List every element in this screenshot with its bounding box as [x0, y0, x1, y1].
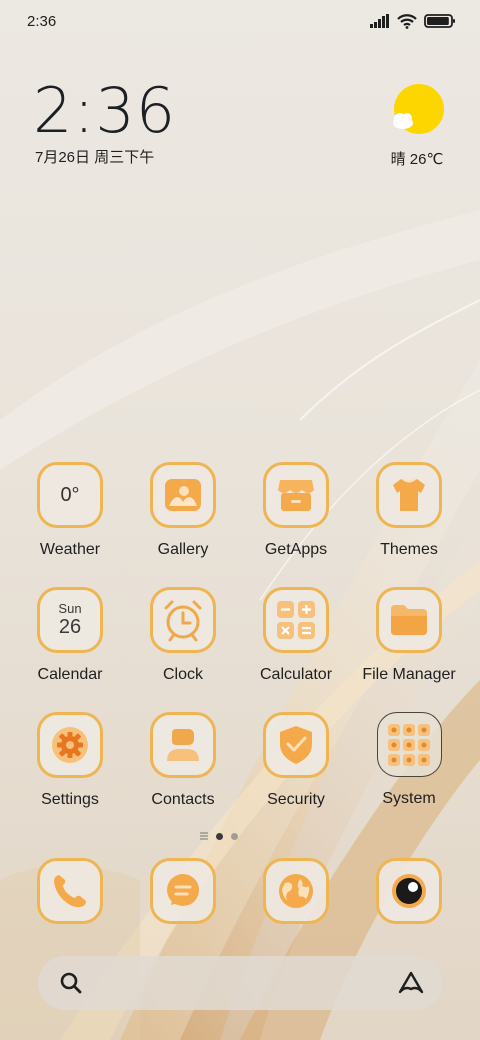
gear-icon — [37, 712, 103, 778]
phone-icon — [37, 858, 103, 924]
app-label: Gallery — [157, 541, 209, 558]
clock-widget[interactable]: 2:36 7月26日 周三下午 — [33, 78, 176, 167]
app-label: File Manager — [362, 666, 456, 683]
calendar-icon: Sun 26 — [37, 587, 103, 653]
weather-widget[interactable]: 晴 26℃ — [380, 84, 454, 169]
alarm-clock-icon — [150, 587, 216, 653]
weather-text: 晴 26℃ — [390, 151, 444, 168]
signal-icon — [370, 14, 389, 28]
calendar-date: 26 — [58, 616, 82, 638]
app-themes[interactable]: Themes — [352, 462, 466, 559]
folder-icon — [376, 587, 442, 653]
assistant-icon[interactable] — [397, 970, 425, 996]
battery-icon — [424, 14, 455, 28]
app-weather[interactable]: 0° Weather — [13, 462, 127, 559]
page-dot-active[interactable] — [216, 832, 223, 840]
app-label: Clock — [162, 666, 203, 683]
app-label: Weather — [39, 541, 101, 558]
app-label: Calculator — [259, 666, 333, 683]
dock-phone[interactable] — [37, 858, 103, 924]
app-getapps[interactable]: GetApps — [239, 462, 353, 559]
wifi-icon — [397, 14, 417, 29]
status-bar: 2:36 — [0, 0, 480, 42]
person-icon — [150, 712, 216, 778]
widget-date: 7月26日 周三下午 — [35, 149, 155, 166]
dock-messages[interactable] — [150, 858, 216, 924]
weather-temp: 0° — [60, 483, 80, 506]
dock-browser[interactable] — [263, 858, 329, 924]
camera-lens-icon — [376, 858, 442, 924]
widget-time: 2:36 — [33, 74, 177, 147]
folder-grid-icon — [376, 712, 442, 777]
app-label: Settings — [41, 791, 99, 808]
dock-camera[interactable] — [376, 858, 442, 924]
app-label: Calendar — [37, 666, 103, 683]
page-dot[interactable] — [231, 832, 238, 840]
search-bar[interactable] — [38, 956, 442, 1010]
app-label: Contacts — [151, 791, 215, 808]
app-label: GetApps — [264, 541, 328, 558]
app-label: System — [382, 790, 436, 807]
weather-icon: 0° — [37, 462, 103, 528]
gallery-icon — [150, 462, 216, 528]
store-icon — [263, 462, 329, 528]
app-label: Themes — [380, 541, 438, 558]
tshirt-icon — [376, 462, 442, 528]
folder-system[interactable]: System — [352, 712, 466, 808]
calculator-icon — [263, 587, 329, 653]
page-indicator[interactable] — [200, 830, 238, 842]
app-gallery[interactable]: Gallery — [126, 462, 240, 559]
list-page-icon[interactable] — [200, 832, 208, 840]
globe-icon — [263, 858, 329, 924]
status-icons — [370, 12, 456, 30]
chat-icon — [150, 858, 216, 924]
shield-check-icon — [263, 712, 329, 778]
search-icon[interactable] — [59, 971, 83, 995]
app-clock[interactable]: Clock — [126, 587, 240, 684]
calendar-day: Sun — [58, 601, 82, 616]
app-settings[interactable]: Settings — [13, 712, 127, 809]
sun-cloud-icon — [393, 84, 444, 134]
status-time: 2:36 — [27, 13, 57, 30]
app-calculator[interactable]: Calculator — [239, 587, 353, 684]
app-security[interactable]: Security — [239, 712, 353, 809]
app-contacts[interactable]: Contacts — [126, 712, 240, 809]
app-calendar[interactable]: Sun 26 Calendar — [13, 587, 127, 684]
app-file-manager[interactable]: File Manager — [352, 587, 466, 684]
app-label: Security — [267, 791, 325, 808]
